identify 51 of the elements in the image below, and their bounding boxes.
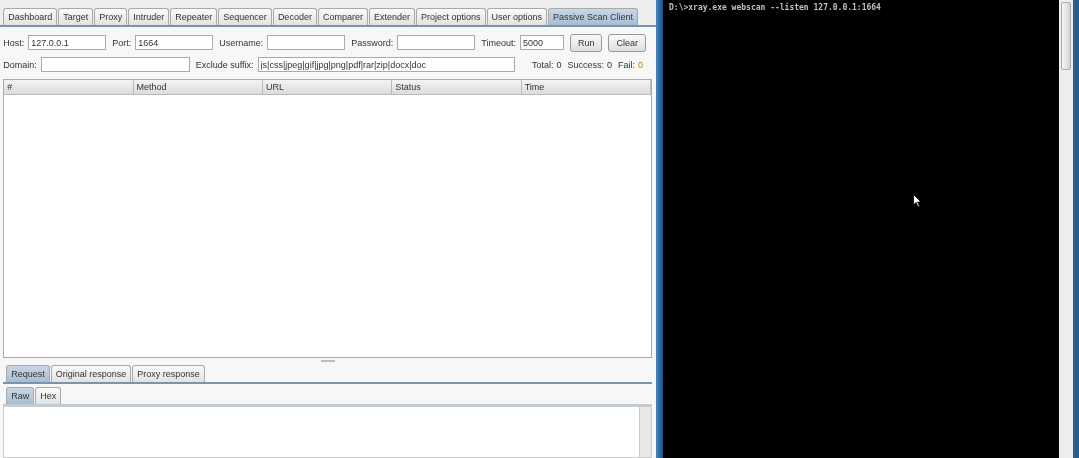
scrollbar[interactable]	[639, 407, 651, 457]
tab[interactable]: Original response	[50, 365, 132, 382]
stat-value: 0	[556, 59, 562, 70]
message-editor[interactable]	[3, 406, 652, 458]
stat-label: Fail:	[617, 59, 635, 70]
input-field[interactable]: js|css|jpeg|gif|jpg|png|pdf|rar|zip|docx|doc	[257, 57, 515, 72]
tab[interactable]: Request	[6, 365, 50, 382]
console-scrollbar[interactable]	[1059, 0, 1073, 458]
tab[interactable]: Dashboard	[3, 8, 58, 25]
field-label: Username:	[219, 37, 264, 48]
tab[interactable]: Comparer	[317, 8, 368, 25]
tab[interactable]: Repeater	[170, 8, 218, 25]
stat-value: 0	[606, 59, 612, 70]
tab[interactable]: Project options	[415, 8, 486, 25]
tab[interactable]: Passive Scan Client	[548, 8, 639, 25]
tab[interactable]: Target	[58, 8, 94, 25]
scroll-thumb[interactable]	[1061, 2, 1071, 70]
action-button[interactable]: Clear	[608, 33, 646, 52]
tab[interactable]: Extender	[368, 8, 415, 25]
input-field[interactable]	[267, 35, 346, 50]
field-label: Port:	[112, 37, 132, 48]
tab[interactable]: Raw	[6, 387, 35, 404]
column-header[interactable]: URL	[262, 80, 393, 94]
field-label: Host:	[3, 37, 25, 48]
field-label: Domain:	[3, 59, 37, 70]
stat-value: 0	[638, 59, 643, 70]
action-button[interactable]: Run	[569, 33, 603, 52]
split-handle[interactable]	[320, 360, 335, 362]
tab[interactable]: User options	[486, 8, 548, 25]
tab[interactable]: Sequencer	[218, 8, 272, 25]
column-header[interactable]: Status	[392, 80, 522, 94]
tab[interactable]: Intruder	[128, 8, 170, 25]
tab[interactable]: Proxy	[94, 8, 128, 25]
field-label: Password:	[351, 37, 394, 48]
console-line: D:\>xray.exe webscan --listen 127.0.0.1:1664	[669, 3, 882, 12]
input-field[interactable]: 127.0.0.1	[28, 35, 107, 50]
column-header[interactable]: Time	[521, 80, 651, 94]
field-label: Exclude suffix:	[195, 59, 254, 70]
input-field[interactable]: 1664	[135, 35, 214, 50]
field-label: Timeout:	[481, 37, 516, 48]
tab[interactable]: Proxy response	[132, 365, 205, 382]
tab[interactable]: Decoder	[272, 8, 317, 25]
tab[interactable]: Hex	[35, 387, 62, 404]
column-header[interactable]: #	[4, 80, 134, 94]
input-field[interactable]	[397, 35, 476, 50]
column-header[interactable]: Method	[133, 80, 263, 94]
input-field[interactable]	[40, 57, 190, 72]
mouse-pointer-icon	[913, 194, 922, 208]
stat-label: Total:	[531, 59, 554, 70]
input-field[interactable]: 5000	[519, 35, 564, 50]
stat-label: Success:	[567, 59, 604, 70]
